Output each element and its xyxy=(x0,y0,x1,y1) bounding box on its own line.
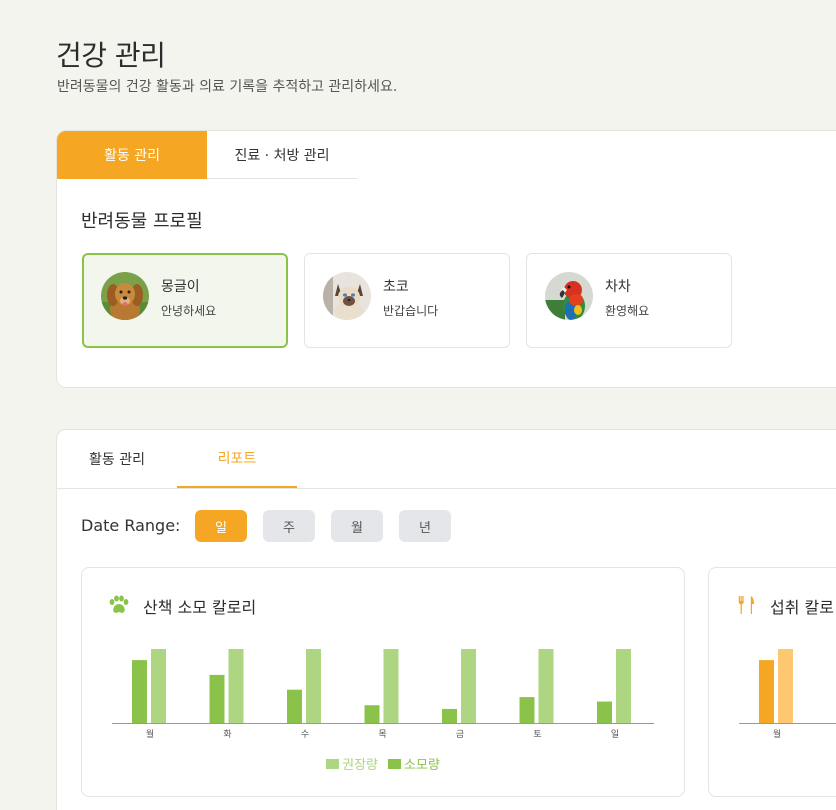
dog-avatar xyxy=(101,272,149,320)
legend-label: 소모량 xyxy=(404,758,440,773)
pet-greeting: 환영해요 xyxy=(605,304,650,318)
bar-b xyxy=(461,649,476,723)
profile-heading: 반려동물 프로필 xyxy=(81,211,203,232)
x-tick-label: 월 xyxy=(773,728,781,740)
range-month-button[interactable]: 월 xyxy=(331,510,383,542)
bar-a xyxy=(442,708,457,723)
x-tick-label: 토 xyxy=(533,730,541,740)
pet-card-monggeuli[interactable]: 몽글이 안녕하세요 xyxy=(82,253,288,348)
range-week-button[interactable]: 주 xyxy=(263,510,315,542)
pet-name: 차차 xyxy=(605,279,631,295)
pet-card-chacha[interactable]: 차차 환영해요 xyxy=(526,253,732,348)
bar-b xyxy=(151,649,166,723)
bar-a xyxy=(597,701,612,723)
tab-treatment-prescription[interactable]: 진료 · 처방 관리 xyxy=(207,131,357,179)
bar-b xyxy=(306,649,321,723)
bar-b xyxy=(383,649,399,723)
bar-b xyxy=(538,649,554,723)
sub-tab-bar: 활동 관리 리포트 xyxy=(57,430,836,489)
x-tick-label: 목 xyxy=(378,729,386,740)
bar-a xyxy=(759,660,774,723)
x-tick-label: 월 xyxy=(146,728,154,740)
legend-swatch xyxy=(326,758,340,769)
bar-a xyxy=(287,689,302,723)
range-day-button[interactable]: 일 xyxy=(195,510,247,542)
range-year-button[interactable]: 년 xyxy=(399,510,451,542)
pet-greeting: 안녕하세요 xyxy=(161,304,217,318)
parrot-avatar xyxy=(545,272,593,320)
x-tick-label: 화 xyxy=(223,729,231,740)
date-range-label: Date Range: xyxy=(81,516,181,535)
tab-report[interactable]: 리포트 xyxy=(177,430,297,488)
x-tick-label: 금 xyxy=(456,729,464,740)
intake-bar-chart: 월 xyxy=(739,649,836,740)
bar-b xyxy=(616,649,631,723)
bar-a xyxy=(519,697,535,723)
walk-bar-chart: 월화수목금토일 xyxy=(112,649,654,740)
bar-a xyxy=(364,705,380,723)
bar-b xyxy=(228,649,244,723)
legend-swatch xyxy=(388,758,401,769)
tab-activity[interactable]: 활동 관리 xyxy=(57,430,177,488)
page-title: 건강 관리 xyxy=(56,39,166,72)
x-tick-label: 일 xyxy=(611,729,619,740)
legend-recommended: 권장량 xyxy=(326,754,378,773)
pet-card-choco[interactable]: 초코 반갑습니다 xyxy=(304,253,510,348)
pet-greeting: 반갑습니다 xyxy=(383,304,439,318)
cat-avatar xyxy=(323,272,371,320)
bar-a xyxy=(132,660,147,723)
x-tick-label: 수 xyxy=(301,729,309,740)
pet-name: 몽글이 xyxy=(161,279,200,295)
chart-legend: 권장량 소모량 xyxy=(82,754,684,773)
legend-label: 권장량 xyxy=(342,758,378,773)
activity-report-card: 활동 관리 리포트 Date Range: 일 주 월 년 산책 소모 칼로리 … xyxy=(56,429,836,810)
top-tab-bar: 활동 관리 진료 · 처방 관리 xyxy=(57,131,357,179)
bar-b xyxy=(778,649,793,723)
tab-activity-management[interactable]: 활동 관리 xyxy=(57,131,207,179)
pet-profile-card: 활동 관리 진료 · 처방 관리 반려동물 프로필 몽글이 안녕하세요 초코 반… xyxy=(56,130,836,388)
legend-consumed: 소모량 xyxy=(388,754,440,773)
intake-calorie-chart: 섭취 칼로 월 xyxy=(708,567,836,797)
pet-name: 초코 xyxy=(383,279,409,295)
bar-a xyxy=(209,674,225,723)
page-subtitle: 반려동물의 건강 활동과 의료 기록을 추적하고 관리하세요. xyxy=(57,79,398,95)
walk-calorie-chart: 산책 소모 칼로리 월화수목금토일 권장량 소모량 xyxy=(81,567,685,797)
